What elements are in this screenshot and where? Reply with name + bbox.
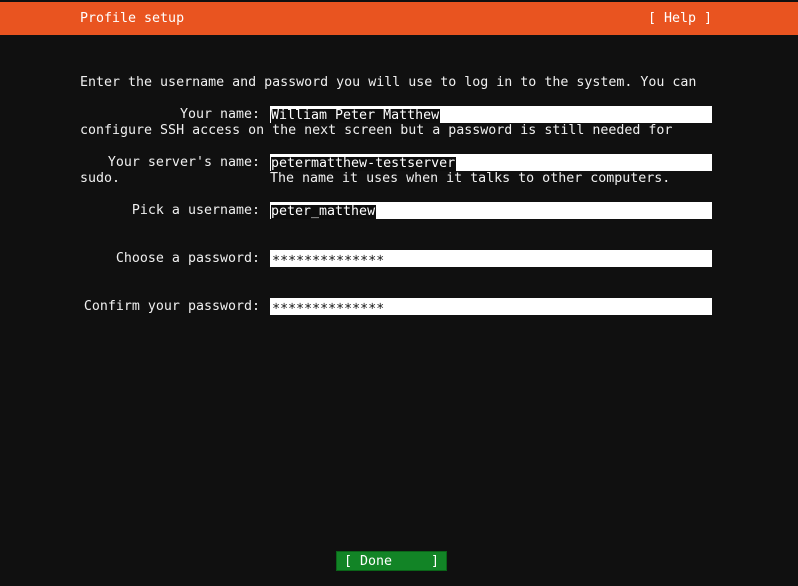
instructions-line: Enter the username and password you will… bbox=[80, 75, 696, 91]
your-name-input[interactable]: William Peter Matthew bbox=[270, 106, 712, 123]
confirm-password-input[interactable]: ∗∗∗∗∗∗∗∗∗∗∗∗∗∗ bbox=[270, 298, 712, 315]
your-name-value: William Peter Matthew bbox=[271, 109, 440, 123]
help-button[interactable]: [ Help ] bbox=[648, 2, 712, 35]
server-name-value: petermatthew-testserver bbox=[271, 157, 456, 171]
username-label: Pick a username: bbox=[20, 202, 260, 219]
form-row-server-name: Your server's name: petermatthew-testser… bbox=[0, 154, 798, 171]
form-row-username: Pick a username: peter_matthew bbox=[0, 202, 798, 219]
server-name-label: Your server's name: bbox=[20, 154, 260, 171]
page-title: Profile setup bbox=[80, 2, 184, 35]
your-name-label: Your name: bbox=[20, 106, 260, 123]
username-value: peter_matthew bbox=[271, 205, 376, 219]
form-row-name: Your name: William Peter Matthew bbox=[0, 106, 798, 123]
password-masked-value: ∗∗∗∗∗∗∗∗∗∗∗∗∗∗ bbox=[270, 250, 712, 267]
password-label: Choose a password: bbox=[20, 250, 260, 267]
instructions-line: configure SSH access on the next screen … bbox=[80, 123, 696, 139]
done-button-label: [ Done bbox=[344, 554, 392, 569]
done-button[interactable]: [ Done ] bbox=[336, 551, 447, 571]
confirm-password-label: Confirm your password: bbox=[20, 298, 260, 315]
done-button-bracket: ] bbox=[431, 554, 439, 569]
server-name-input[interactable]: petermatthew-testserver bbox=[270, 154, 712, 171]
titlebar: Profile setup [ Help ] bbox=[0, 2, 798, 35]
server-name-helper-text: The name it uses when it talks to other … bbox=[270, 171, 670, 187]
form-row-confirm-password: Confirm your password: ∗∗∗∗∗∗∗∗∗∗∗∗∗∗ bbox=[0, 298, 798, 315]
form-row-password: Choose a password: ∗∗∗∗∗∗∗∗∗∗∗∗∗∗ bbox=[0, 250, 798, 267]
username-input[interactable]: peter_matthew bbox=[270, 202, 712, 219]
password-input[interactable]: ∗∗∗∗∗∗∗∗∗∗∗∗∗∗ bbox=[270, 250, 712, 267]
confirm-password-masked-value: ∗∗∗∗∗∗∗∗∗∗∗∗∗∗ bbox=[270, 298, 712, 315]
